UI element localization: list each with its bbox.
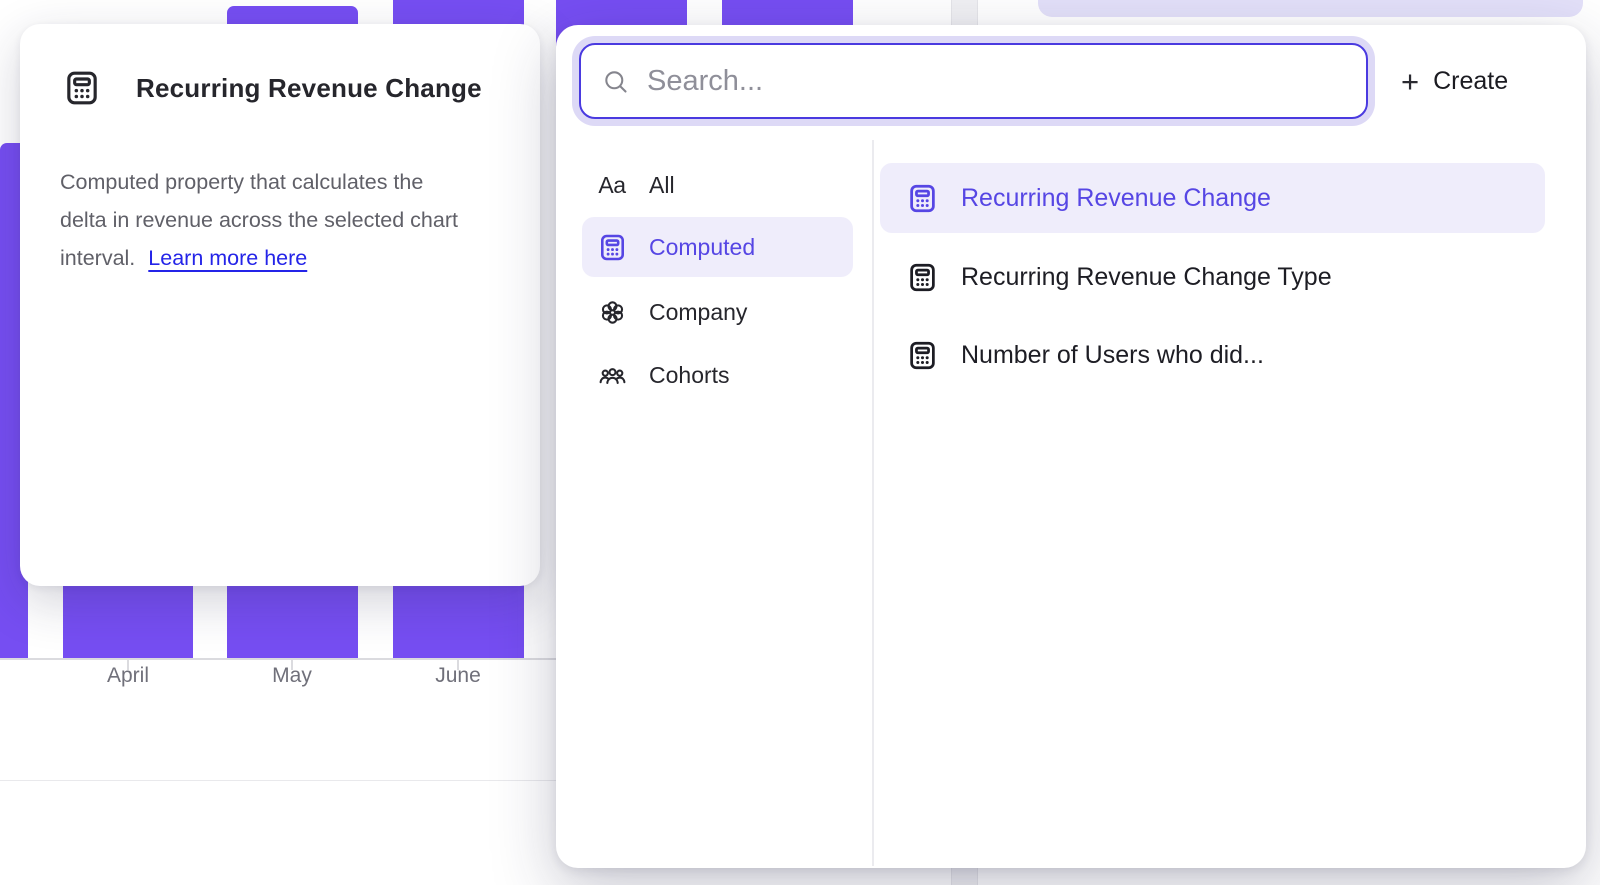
learn-more-link[interactable]: Learn more here [148, 246, 307, 270]
month-label: April [58, 664, 198, 688]
calculator-icon [906, 339, 939, 372]
property-definition-card: Recurring Revenue Change Computed proper… [20, 24, 540, 586]
property-definition-description: Computed property that calculates the de… [60, 163, 520, 277]
result-item[interactable]: Recurring Revenue Change Type [880, 242, 1545, 312]
panel-divider [872, 140, 874, 866]
description-line: Computed property that calculates the [60, 163, 520, 201]
calculator-icon [906, 182, 939, 215]
description-line: interval.Learn more here [60, 239, 520, 277]
result-item[interactable]: Recurring Revenue Change [880, 163, 1545, 233]
cohorts-people-icon [595, 358, 629, 392]
calculator-icon [595, 230, 629, 264]
property-picker-panel: + Create Aa All [556, 25, 1586, 868]
category-item-computed[interactable]: Computed [582, 217, 853, 277]
property-definition-title: Recurring Revenue Change [136, 73, 482, 104]
create-button[interactable]: + Create [1401, 55, 1508, 107]
category-item-all[interactable]: Aa All [582, 155, 853, 215]
category-item-cohorts[interactable]: Cohorts [582, 345, 853, 405]
category-item-company[interactable]: Company [582, 282, 853, 342]
plus-icon: + [1401, 66, 1419, 97]
calculator-icon [62, 68, 102, 108]
text-format-icon: Aa [595, 168, 629, 202]
month-label: June [388, 664, 528, 688]
calculator-icon [906, 261, 939, 294]
property-chip[interactable] [1038, 0, 1583, 17]
description-line: delta in revenue across the selected cha… [60, 201, 520, 239]
screen: April May June Recurring Revenue Change [0, 0, 1600, 885]
result-item[interactable]: Number of Users who did... [880, 320, 1545, 390]
company-cluster-icon [595, 295, 629, 329]
month-label: May [222, 664, 362, 688]
search-input[interactable] [579, 43, 1368, 119]
